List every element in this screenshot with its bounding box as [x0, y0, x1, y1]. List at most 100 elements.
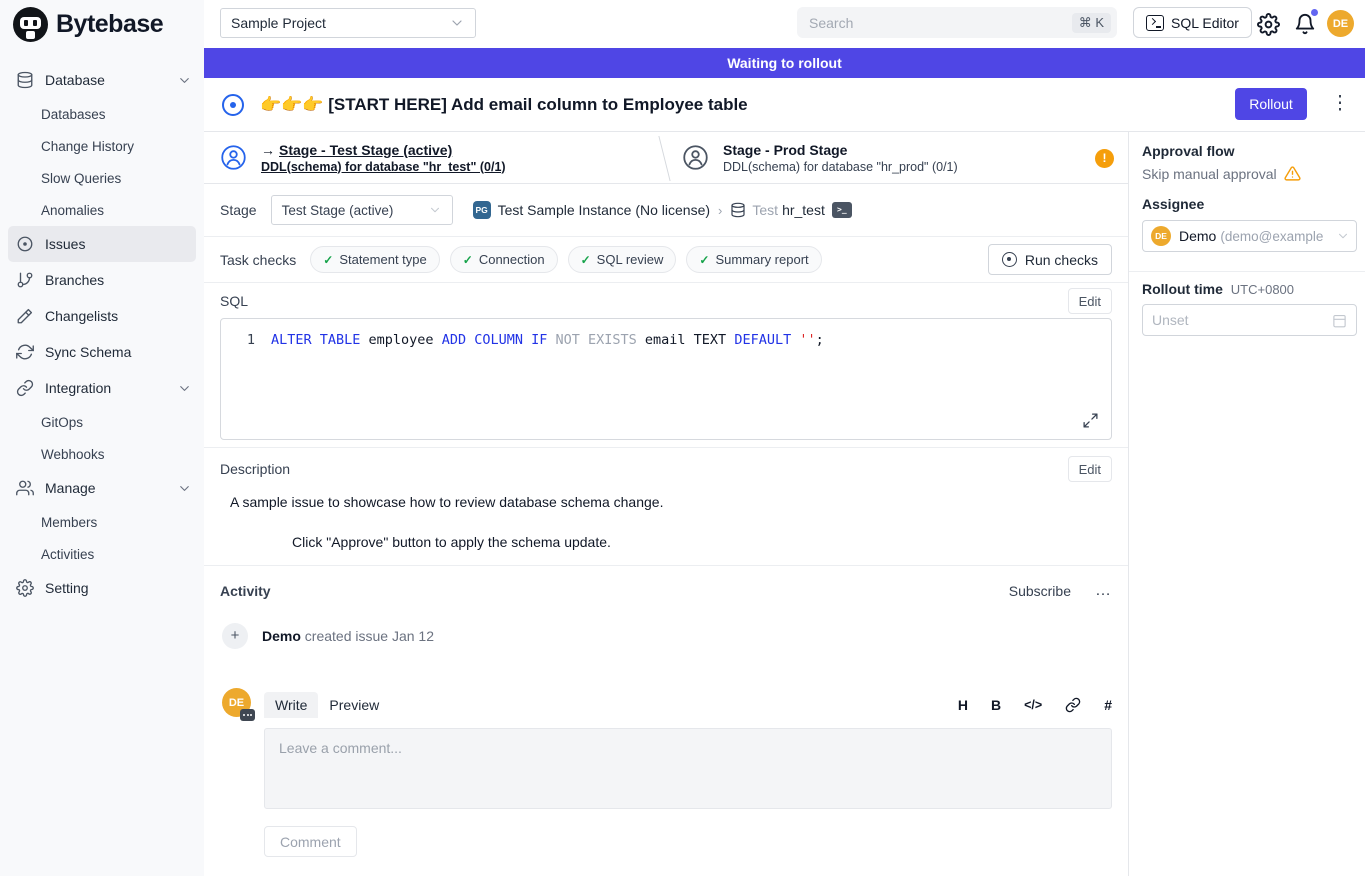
stage-select-row: Stage Test Stage (active) PG Test Sample…	[204, 184, 1128, 237]
sql-section-header: SQL Edit	[220, 288, 1112, 314]
sidebar-label: Integration	[45, 380, 166, 396]
sql-code-block[interactable]: 1 ALTER TABLE employee ADD COLUMN IF NOT…	[220, 318, 1112, 440]
rollout-time-label: Rollout time	[1142, 281, 1223, 297]
database-link[interactable]: hr_test	[782, 202, 825, 218]
user-avatar[interactable]: DE	[1327, 10, 1354, 37]
search-box[interactable]: ⌘ K	[797, 7, 1117, 38]
calendar-icon	[1332, 313, 1347, 328]
check-pill-connection[interactable]: ✓Connection	[450, 246, 558, 273]
link-icon[interactable]	[1065, 697, 1081, 713]
settings-gear-button[interactable]	[1255, 11, 1281, 37]
issue-circle-dot-icon	[16, 235, 34, 253]
sidebar-item-databases[interactable]: Databases	[0, 98, 204, 130]
check-pill-statement-type[interactable]: ✓Statement type	[310, 246, 440, 273]
sidebar-item-change-history[interactable]: Change History	[0, 130, 204, 162]
sidebar-item-webhooks[interactable]: Webhooks	[0, 438, 204, 470]
current-stage-arrow: →	[261, 142, 275, 158]
tab-preview[interactable]: Preview	[318, 692, 390, 718]
sidebar-label: Webhooks	[41, 447, 105, 462]
run-checks-button[interactable]: Run checks	[988, 244, 1112, 275]
sidebar-label: Sync Schema	[45, 344, 192, 360]
sidebar-label: Issues	[45, 236, 184, 252]
open-sql-editor-icon[interactable]: >_	[832, 202, 852, 218]
sidebar-item-issues[interactable]: Issues	[8, 226, 196, 262]
assignee-name: Demo	[1179, 228, 1216, 244]
status-banner: Waiting to rollout	[204, 48, 1365, 78]
terminal-icon	[1146, 15, 1164, 31]
comment-submit-button[interactable]: Comment	[264, 826, 357, 857]
refresh-icon	[16, 343, 34, 361]
main-content: →Stage - Test Stage (active) DDL(schema)…	[204, 131, 1128, 876]
subscribe-button[interactable]: Subscribe	[1009, 583, 1071, 599]
sidebar-item-changelists[interactable]: Changelists	[0, 298, 204, 334]
comment-input[interactable]	[264, 728, 1112, 809]
sidebar-item-anomalies[interactable]: Anomalies	[0, 194, 204, 226]
activity-menu-button[interactable]: …	[1095, 582, 1112, 600]
check-pill-sql-review[interactable]: ✓SQL review	[568, 246, 677, 273]
database-icon	[730, 202, 746, 218]
sidebar-item-gitops[interactable]: GitOps	[0, 406, 204, 438]
logo[interactable]: Bytebase	[0, 0, 204, 48]
rollout-button[interactable]: Rollout	[1235, 88, 1307, 120]
sidebar-item-setting[interactable]: Setting	[0, 570, 204, 606]
description-edit-button[interactable]: Edit	[1068, 456, 1112, 482]
sidebar-item-manage[interactable]: Manage	[0, 470, 204, 506]
activity-label: Activity	[220, 583, 271, 599]
postgresql-icon: PG	[473, 201, 491, 219]
stage-prod-title: Stage - Prod Stage	[723, 142, 958, 158]
left-sidebar: Database Databases Change History Slow Q…	[0, 48, 204, 876]
sql-edit-button[interactable]: Edit	[1068, 288, 1112, 314]
expand-icon[interactable]	[1082, 412, 1099, 429]
issue-title: 👉👉👉 [START HERE] Add email column to Emp…	[260, 95, 748, 115]
stage-test-title[interactable]: Stage - Test Stage (active)	[279, 142, 452, 158]
stage-select[interactable]: Test Stage (active)	[271, 195, 453, 225]
sidebar-item-database[interactable]: Database	[0, 62, 204, 98]
sidebar-label: Activities	[41, 547, 94, 562]
search-input[interactable]	[809, 15, 1072, 31]
assignee-avatar: DE	[1151, 226, 1171, 246]
chevron-down-icon	[428, 203, 442, 217]
instance-link[interactable]: Test Sample Instance (No license)	[498, 202, 710, 218]
activity-action: created issue Jan 12	[305, 628, 434, 644]
plus-icon: +	[222, 623, 248, 649]
approver-person-icon	[682, 144, 709, 171]
bold-icon[interactable]: B	[991, 697, 1001, 713]
timezone-label: UTC+0800	[1231, 282, 1294, 297]
sidebar-item-members[interactable]: Members	[0, 506, 204, 538]
sidebar-item-slow-queries[interactable]: Slow Queries	[0, 162, 204, 194]
bytebase-app: Bytebase Sample Project ⌘ K SQL Editor D…	[0, 0, 1365, 876]
project-select-value: Sample Project	[231, 15, 326, 31]
project-select[interactable]: Sample Project	[220, 8, 476, 38]
issue-menu-button[interactable]: ⋮	[1326, 85, 1354, 123]
comment-tabs: Write Preview	[264, 691, 390, 718]
sql-editor-button[interactable]: SQL Editor	[1133, 7, 1252, 38]
sidebar-item-branches[interactable]: Branches	[0, 262, 204, 298]
section-divider	[204, 565, 1128, 566]
environment-label: Test	[752, 202, 778, 218]
database-icon	[16, 71, 34, 89]
stage-label: Stage	[220, 202, 257, 218]
sql-label: SQL	[220, 293, 248, 309]
gear-icon	[16, 579, 34, 597]
stage-card-test[interactable]: →Stage - Test Stage (active) DDL(schema)…	[220, 132, 640, 183]
sidebar-item-activities[interactable]: Activities	[0, 538, 204, 570]
git-branch-icon	[16, 271, 34, 289]
rollout-time-input[interactable]: Unset	[1142, 304, 1357, 336]
check-pill-summary-report[interactable]: ✓Summary report	[686, 246, 821, 273]
logo-text: Bytebase	[56, 10, 163, 39]
heading-icon[interactable]: H	[958, 697, 968, 713]
sidebar-item-integration[interactable]: Integration	[0, 370, 204, 406]
issue-title-emoji: 👉👉👉	[260, 95, 324, 114]
stage-test-subtitle[interactable]: DDL(schema) for database "hr_test" (0/1)	[261, 160, 506, 174]
stage-card-prod[interactable]: Stage - Prod Stage DDL(schema) for datab…	[682, 132, 1128, 183]
tab-write[interactable]: Write	[264, 692, 318, 718]
code-icon[interactable]: </>	[1024, 698, 1042, 712]
sidebar-item-sync-schema[interactable]: Sync Schema	[0, 334, 204, 370]
notifications-button[interactable]	[1292, 11, 1318, 37]
issue-status-icon	[222, 94, 244, 116]
activity-section-header: Activity Subscribe …	[220, 578, 1112, 604]
pencil-ruler-icon	[16, 307, 34, 325]
hash-icon[interactable]: #	[1104, 697, 1112, 713]
assignee-select[interactable]: DE Demo (demo@example	[1142, 220, 1357, 252]
sql-editor-label: SQL Editor	[1171, 15, 1239, 31]
